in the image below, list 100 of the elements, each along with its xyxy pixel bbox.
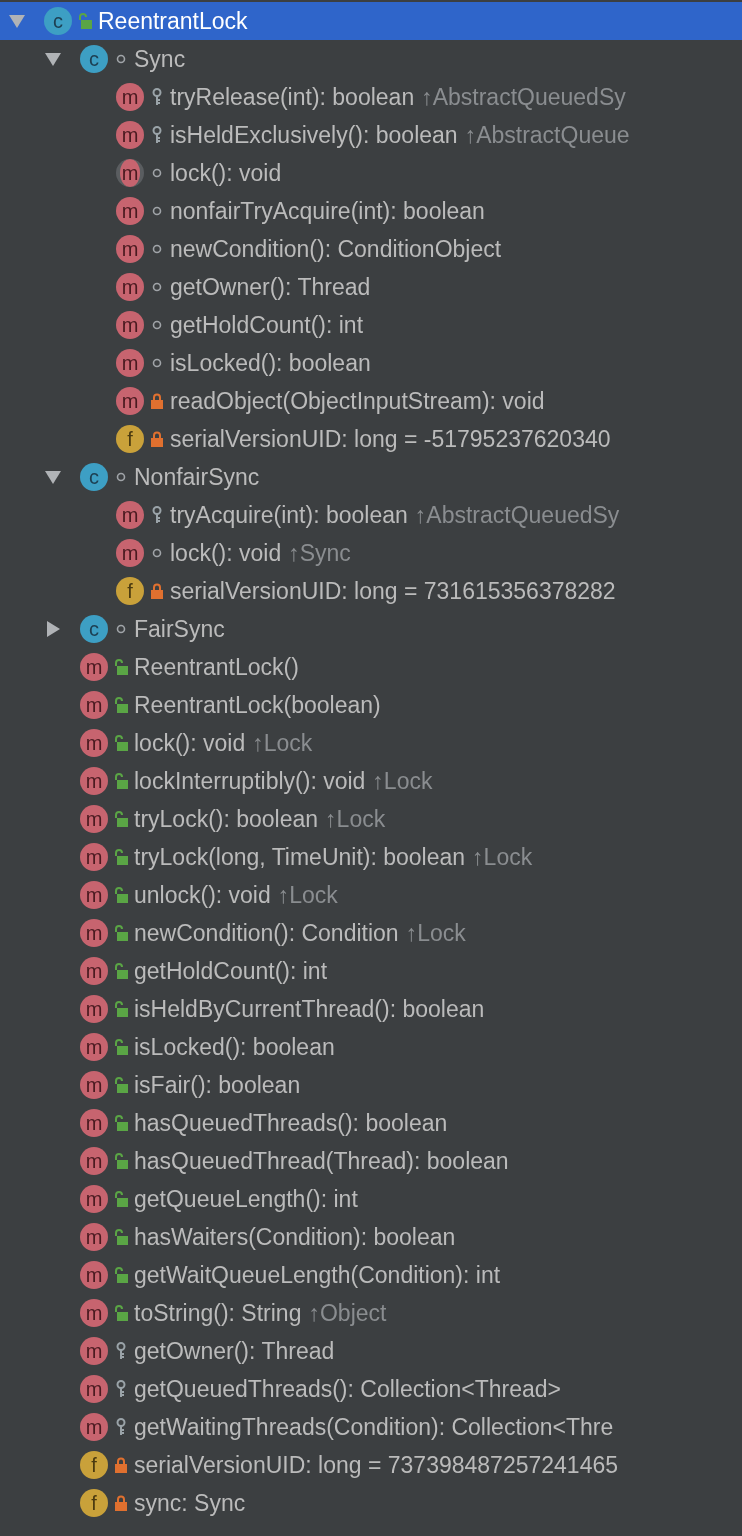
method-icon: m [80,1413,108,1441]
method-icon: m [80,1299,108,1327]
tree-row[interactable]: m ReentrantLock(boolean) [0,686,742,724]
member-signature: serialVersionUID: long = 737398487257241465 [134,1450,618,1480]
member-signature: sync: Sync [134,1488,246,1518]
unlocked-icon [114,735,128,751]
member-signature: hasQueuedThreads(): boolean [134,1108,448,1138]
inherited-from: ↑AbstractQueuedSy [414,500,620,530]
tree-row[interactable]: m lockInterruptibly(): void ↑Lock [0,762,742,800]
member-signature: serialVersionUID: long = -51795237620340 [170,424,611,454]
member-signature: Sync [134,44,186,74]
field-icon: f [116,425,144,453]
member-signature: tryAcquire(int): boolean [170,500,408,530]
circle-icon [152,282,162,292]
tree-row[interactable]: m tryAcquire(int): boolean ↑AbstractQueuedSy [0,496,742,534]
expand-arrow-icon[interactable] [44,620,62,638]
tree-row[interactable]: m isFair(): boolean [0,1066,742,1104]
class-icon: c [80,45,108,73]
tree-row[interactable]: m isLocked(): boolean [0,344,742,382]
member-signature: isHeldExclusively(): boolean [170,120,458,150]
tree-row[interactable]: m newCondition(): Condition ↑Lock [0,914,742,952]
circle-icon [116,624,126,634]
tree-row[interactable]: m getQueueLength(): int [0,1180,742,1218]
member-signature: getHoldCount(): int [170,310,364,340]
inherited-from: ↑Object [308,1298,387,1328]
tree-row[interactable]: m getHoldCount(): int [0,952,742,990]
tree-row[interactable]: f serialVersionUID: long = -51795237620340 [0,420,742,458]
class-icon: c [80,463,108,491]
inherited-from: ↑Lock [252,728,313,758]
collapse-arrow-icon[interactable] [8,12,26,30]
tree-row[interactable]: m unlock(): void ↑Lock [0,876,742,914]
tree-row[interactable]: f serialVersionUID: long = 737398487257241465 [0,1446,742,1484]
method-icon: m [80,691,108,719]
member-signature: newCondition(): Condition [134,918,399,948]
member-signature: NonfairSync [134,462,260,492]
tree-row[interactable]: m lock(): void [0,154,742,192]
member-signature: isLocked(): boolean [170,348,371,378]
collapse-arrow-icon[interactable] [44,50,62,68]
unlocked-icon [114,659,128,675]
tree-row[interactable]: c Sync [0,40,742,78]
tree-row[interactable]: m tryLock(): boolean ↑Lock [0,800,742,838]
member-signature: serialVersionUID: long = 731615356378282 [170,576,616,606]
unlocked-icon [114,1001,128,1017]
method-icon: m [80,1261,108,1289]
tree-row[interactable]: c FairSync [0,610,742,648]
tree-row[interactable]: m toString(): String ↑Object [0,1294,742,1332]
tree-row[interactable]: m tryRelease(int): boolean ↑AbstractQueuedSy [0,78,742,116]
method-icon: m [116,539,144,567]
collapse-arrow-icon[interactable] [44,468,62,486]
tree-row[interactable]: m hasQueuedThread(Thread): boolean [0,1142,742,1180]
inherited-from: ↑Lock [372,766,433,796]
tree-row[interactable]: m getWaitingThreads(Condition): Collection<Thre [0,1408,742,1446]
circle-icon [116,54,126,64]
tree-row[interactable]: m isLocked(): boolean [0,1028,742,1066]
member-signature: nonfairTryAcquire(int): boolean [170,196,485,226]
class-icon: c [80,615,108,643]
inherited-from: ↑Lock [405,918,466,948]
tree-row[interactable]: m getOwner(): Thread [0,1332,742,1370]
tree-row[interactable]: m nonfairTryAcquire(int): boolean [0,192,742,230]
key-icon [116,1342,126,1360]
unlocked-icon [114,697,128,713]
method-icon: m [116,235,144,263]
tree-row[interactable]: m getOwner(): Thread [0,268,742,306]
tree-row[interactable]: m hasQueuedThreads(): boolean [0,1104,742,1142]
tree-row[interactable]: m readObject(ObjectInputStream): void [0,382,742,420]
unlocked-icon [114,1305,128,1321]
tree-row[interactable]: c ReentrantLock [0,2,742,40]
member-signature: lockInterruptibly(): void [134,766,366,796]
member-signature: getWaitingThreads(Condition): Collection<Thre [134,1412,614,1442]
unlocked-icon [114,963,128,979]
method-icon: m [80,1071,108,1099]
tree-row[interactable]: m newCondition(): ConditionObject [0,230,742,268]
tree-row[interactable]: m hasWaiters(Condition): boolean [0,1218,742,1256]
member-signature: unlock(): void [134,880,271,910]
tree-row[interactable]: m lock(): void ↑Lock [0,724,742,762]
tree-row[interactable]: m isHeldByCurrentThread(): boolean [0,990,742,1028]
unlocked-icon [114,925,128,941]
method-icon: m [80,1337,108,1365]
inherited-from: ↑Sync [288,538,351,568]
circle-icon [152,244,162,254]
tree-row[interactable]: m getQueuedThreads(): Collection<Thread> [0,1370,742,1408]
lock-icon [151,393,163,409]
method-icon: m [116,273,144,301]
tree-row[interactable]: m ReentrantLock() [0,648,742,686]
lock-icon [151,431,163,447]
tree-row[interactable]: m tryLock(long, TimeUnit): boolean ↑Lock [0,838,742,876]
tree-row[interactable]: m getHoldCount(): int [0,306,742,344]
unlocked-icon [114,811,128,827]
tree-row[interactable]: m isHeldExclusively(): boolean ↑AbstractQueue [0,116,742,154]
tree-row[interactable]: m getWaitQueueLength(Condition): int [0,1256,742,1294]
method-icon: m [116,387,144,415]
member-signature: isHeldByCurrentThread(): boolean [134,994,485,1024]
tree-row[interactable]: m lock(): void ↑Sync [0,534,742,572]
member-signature: getQueueLength(): int [134,1184,358,1214]
tree-row[interactable]: f sync: Sync [0,1484,742,1522]
method-icon: m [80,1375,108,1403]
method-icon: m [80,919,108,947]
member-signature: lock(): void [170,158,282,188]
tree-row[interactable]: f serialVersionUID: long = 731615356378282 [0,572,742,610]
tree-row[interactable]: c NonfairSync [0,458,742,496]
